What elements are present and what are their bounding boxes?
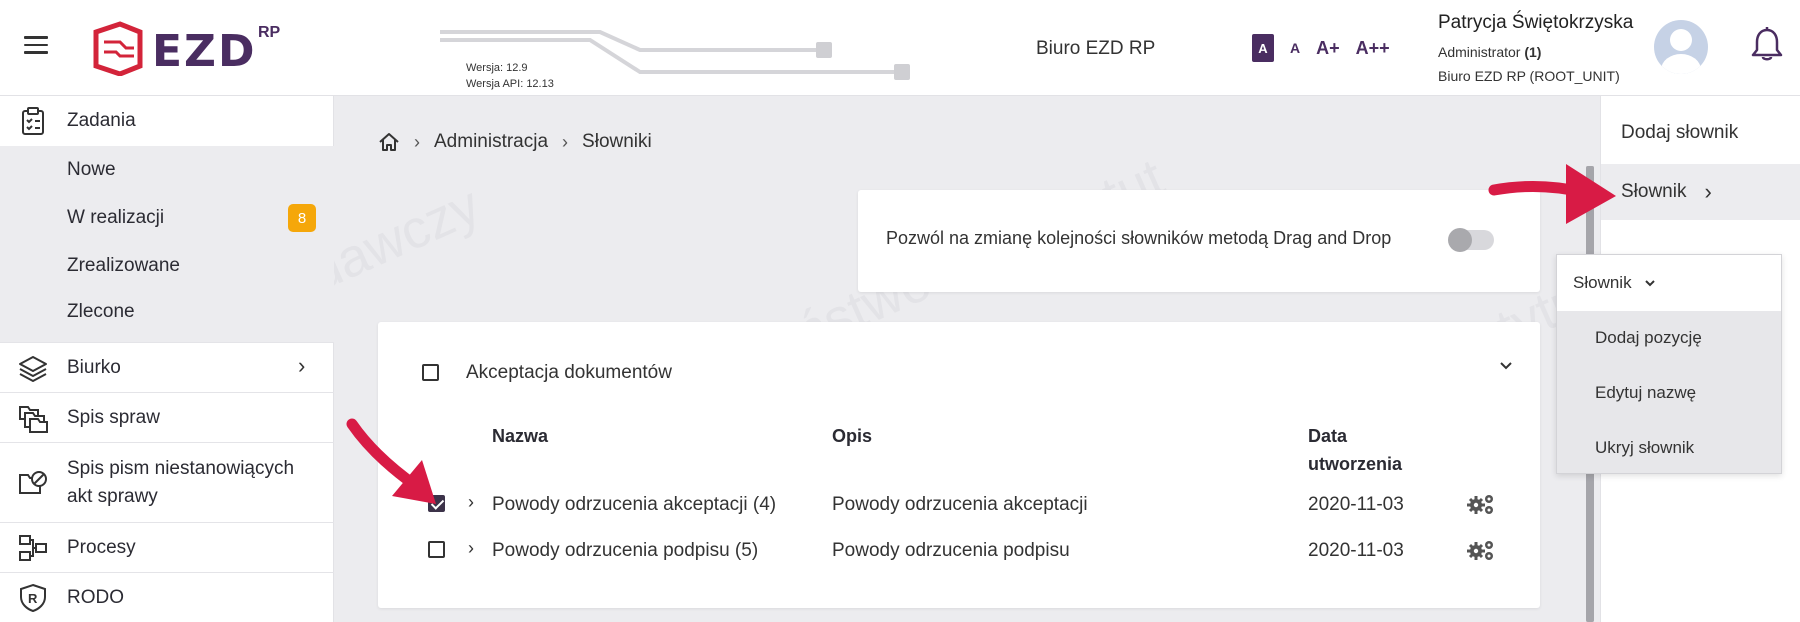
chevron-right-icon[interactable]: › — [468, 538, 474, 559]
sidebar-item-label: Zadania — [67, 110, 136, 131]
font-size-a-button[interactable]: A — [1252, 34, 1274, 62]
sidebar-item-label: Procesy — [67, 537, 136, 558]
sidebar-submenu: Nowe W realizacji 8 Zrealizowane Zlecone — [0, 146, 334, 342]
sidebar-item-label: Spis pism niestanowiących akt sprawy — [67, 458, 295, 507]
menu-item-hide-dictionary[interactable]: Ukryj słownik — [1595, 438, 1694, 458]
shield-r-icon: R — [20, 583, 46, 613]
sidebar-item-zrealizowane[interactable]: Zrealizowane — [0, 242, 334, 290]
sidebar-item-label: Nowe — [67, 159, 116, 180]
menu-item-add-position[interactable]: Dodaj pozycję — [1595, 328, 1702, 348]
version-lines-decoration — [440, 30, 910, 80]
menu-item-edit-name[interactable]: Edytuj nazwę — [1595, 383, 1696, 403]
folder-blocked-icon — [19, 471, 47, 494]
dictionary-group-card: Akceptacja dokumentów Nazwa Opis Data ut… — [378, 322, 1540, 608]
sidebar-item-zadania[interactable]: Zadania — [0, 96, 334, 146]
group-checkbox[interactable] — [422, 364, 439, 381]
column-header-date-line1: Data — [1308, 426, 1348, 446]
user-unit: Biuro EZD RP (ROOT_UNIT) — [1438, 68, 1620, 84]
chevron-down-icon[interactable] — [1498, 358, 1514, 374]
sidebar-item-label: Zrealizowane — [67, 255, 180, 276]
user-info[interactable]: Patrycja Świętokrzyska Administrator (1)… — [1438, 12, 1633, 84]
row-checkbox[interactable] — [428, 541, 445, 558]
svg-text:R: R — [28, 591, 38, 606]
layers-icon — [19, 356, 47, 382]
sidebar-item-spis-spraw[interactable]: Spis spraw — [0, 392, 334, 442]
sidebar: Zadania Nowe W realizacji 8 Zrealizowane… — [0, 96, 334, 622]
breadcrumb-separator: › — [414, 131, 420, 152]
chevron-right-icon: › — [1704, 179, 1712, 204]
dictionary-dropdown-menu: Słownik Dodaj pozycję Edytuj nazwę Ukryj… — [1556, 254, 1782, 474]
settings-gears-icon[interactable] — [1466, 538, 1496, 562]
font-size-a-button[interactable]: A — [1290, 40, 1300, 56]
home-icon[interactable] — [378, 132, 400, 152]
logo-sup: RP — [258, 24, 281, 41]
user-role: Administrator (1) — [1438, 44, 1633, 60]
bell-icon[interactable] — [1750, 26, 1784, 62]
process-icon — [19, 535, 47, 561]
row-desc: Powody odrzucenia podpisu — [832, 540, 1070, 561]
annotation-arrow-icon — [1488, 164, 1616, 224]
org-title: Biuro EZD RP — [1036, 38, 1156, 59]
annotation-arrow-icon — [346, 418, 436, 504]
sidebar-item-label: Biurko — [67, 357, 121, 378]
settings-gears-icon[interactable] — [1466, 492, 1496, 516]
sidebar-item-procesy[interactable]: Procesy — [0, 522, 334, 572]
ezd-logo[interactable]: EZD RP — [90, 20, 290, 77]
drag-drop-setting-card: Pozwól na zmianę kolejności słowników me… — [858, 190, 1540, 292]
dictionary-menu-button[interactable]: Słownik › — [1601, 164, 1800, 220]
breadcrumb-item-current: Słowniki — [582, 131, 652, 152]
column-header-date[interactable]: Data utworzenia — [1308, 422, 1402, 478]
app-header: EZD RP Wersja: 12.9 Wersja API: 12.13 Bi… — [0, 0, 1800, 96]
dictionary-menu-label: Słownik — [1621, 181, 1687, 202]
breadcrumb-separator: › — [562, 131, 569, 152]
font-size-a-plus-plus-button[interactable]: A++ — [1356, 38, 1390, 59]
row-date: 2020-11-03 — [1308, 540, 1404, 561]
user-role-label: Administrator — [1438, 44, 1521, 60]
chevron-right-icon[interactable]: › — [468, 492, 474, 513]
sidebar-item-label: Zlecone — [67, 301, 135, 322]
group-label: Akceptacja dokumentów — [466, 362, 672, 383]
row-date: 2020-11-03 — [1308, 494, 1404, 515]
dropdown-title: Słownik — [1573, 273, 1632, 292]
sidebar-item-zlecone[interactable]: Zlecone — [0, 290, 334, 338]
toggle-knob — [1448, 228, 1472, 252]
row-name: Powody odrzucenia podpisu (5) — [492, 540, 759, 561]
breadcrumb: › Administracja › Słowniki — [378, 128, 652, 156]
user-role-count: (1) — [1524, 44, 1542, 60]
sidebar-item-label: RODO — [67, 587, 124, 608]
folders-icon — [19, 406, 48, 433]
clipboard-icon — [22, 107, 44, 135]
api-version-text: Wersja API: 12.13 — [466, 78, 554, 90]
drag-drop-toggle[interactable] — [1448, 228, 1494, 252]
sidebar-item-w-realizacji[interactable]: W realizacji 8 — [0, 194, 334, 242]
sidebar-item-label: W realizacji — [67, 207, 165, 228]
dictionary-dropdown-header[interactable]: Słownik — [1557, 255, 1781, 311]
sidebar-item-rodo[interactable]: R RODO — [0, 572, 334, 622]
sidebar-item-label: Spis spraw — [67, 407, 160, 428]
sidebar-item-spis-pism[interactable]: Spis pism niestanowiących akt sprawy — [0, 442, 334, 522]
drag-drop-label: Pozwól na zmianę kolejności słowników me… — [886, 228, 1392, 248]
user-avatar-icon[interactable] — [1654, 20, 1708, 74]
breadcrumb-item[interactable]: Administracja — [434, 131, 548, 153]
add-dictionary-button[interactable]: Dodaj słownik — [1601, 106, 1800, 160]
column-header-name[interactable]: Nazwa — [492, 422, 548, 450]
chevron-right-icon: › — [298, 353, 306, 378]
version-text: Wersja: 12.9 — [466, 62, 528, 74]
sidebar-item-nowe[interactable]: Nowe — [0, 146, 334, 194]
column-header-date-line2: utworzenia — [1308, 454, 1403, 474]
font-size-controls: A A A+ A++ — [1252, 34, 1390, 62]
logo-mark-icon — [93, 21, 143, 77]
user-name: Patrycja Świętokrzyska — [1438, 12, 1634, 33]
row-desc: Powody odrzucenia akceptacji — [832, 494, 1088, 515]
sidebar-item-biurko[interactable]: Biurko › — [0, 342, 334, 392]
add-dictionary-label: Dodaj słownik — [1621, 122, 1739, 143]
logo-text: EZD — [152, 26, 257, 77]
hamburger-icon[interactable] — [24, 36, 48, 56]
count-badge: 8 — [288, 204, 316, 232]
chevron-down-icon — [1644, 280, 1655, 287]
font-size-a-plus-button[interactable]: A+ — [1316, 38, 1340, 59]
row-name: Powody odrzucenia akceptacji (4) — [492, 494, 777, 515]
column-header-desc[interactable]: Opis — [832, 422, 872, 450]
